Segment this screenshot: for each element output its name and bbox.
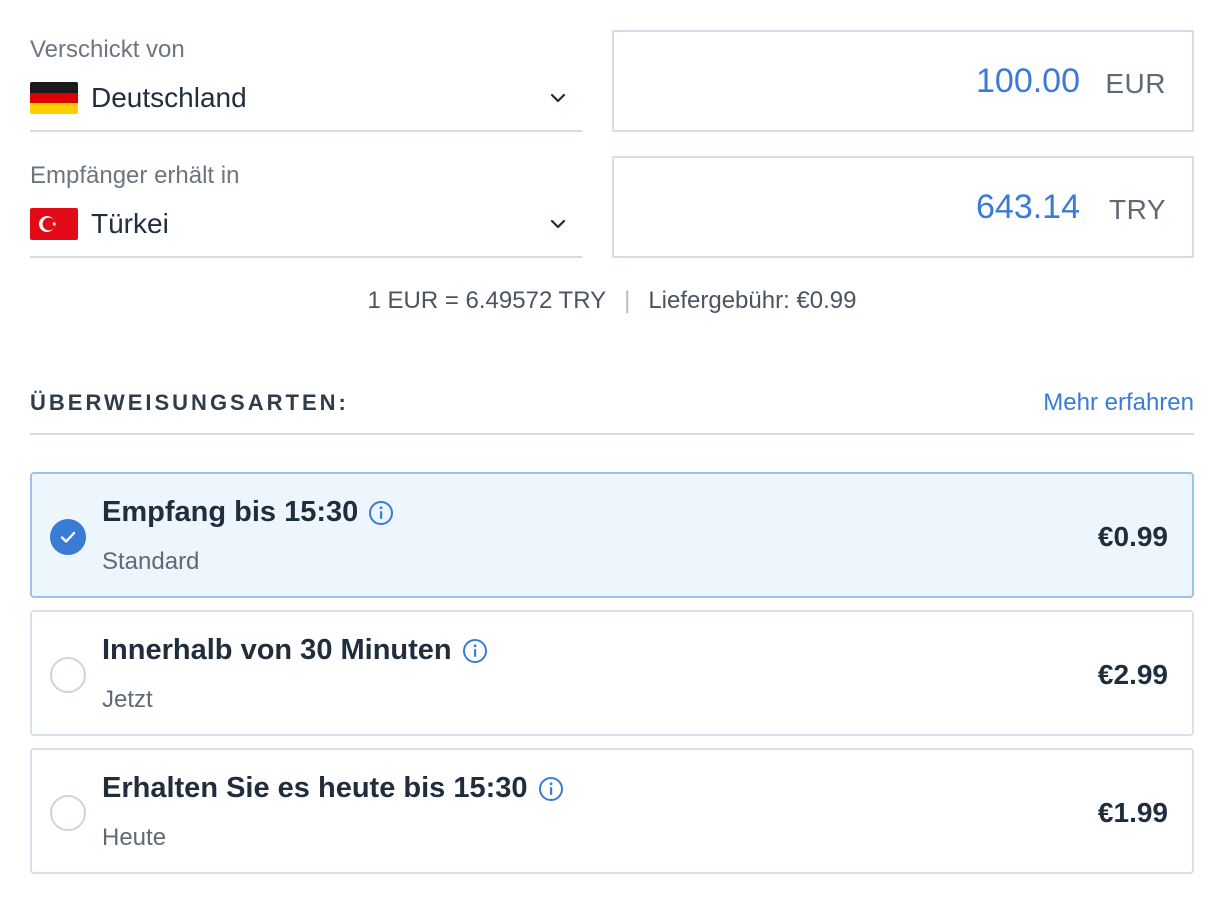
recipient-country-select[interactable]: Türkei bbox=[30, 204, 582, 244]
option-title: Erhalten Sie es heute bis 15:30 bbox=[102, 772, 528, 804]
turkey-flag-icon bbox=[30, 208, 78, 240]
transfer-option-today[interactable]: Erhalten Sie es heute bis 15:30 Heute €1… bbox=[30, 748, 1194, 874]
recipient-country-label: Empfänger erhält in bbox=[30, 162, 240, 189]
sender-country-select[interactable]: Deutschland bbox=[30, 78, 582, 118]
recipient-country-field: Empfänger erhält in Türkei bbox=[30, 156, 582, 258]
option-title: Innerhalb von 30 Minuten bbox=[102, 634, 452, 666]
info-icon[interactable] bbox=[368, 500, 394, 526]
sender-country-label: Verschickt von bbox=[30, 36, 185, 63]
transfer-option-standard[interactable]: Empfang bis 15:30 Standard €0.99 bbox=[30, 472, 1194, 598]
info-icon[interactable] bbox=[538, 776, 564, 802]
send-currency-code: EUR bbox=[1105, 68, 1166, 99]
receive-currency-code: TRY bbox=[1109, 194, 1166, 225]
learn-more-link[interactable]: Mehr erfahren bbox=[1043, 389, 1194, 417]
option-price: €1.99 bbox=[1097, 797, 1168, 828]
option-title-wrap: Empfang bis 15:30 bbox=[102, 496, 394, 529]
option-title-wrap: Innerhalb von 30 Minuten bbox=[102, 634, 488, 667]
option-price: €2.99 bbox=[1097, 659, 1168, 690]
info-icon[interactable] bbox=[462, 638, 488, 664]
transfer-types-title: ÜBERWEISUNGSARTEN: bbox=[30, 390, 349, 415]
option-subtitle: Heute bbox=[102, 824, 167, 851]
option-price: €0.99 bbox=[1097, 521, 1168, 552]
option-radio[interactable] bbox=[50, 795, 86, 831]
rate-separator: | bbox=[624, 287, 631, 314]
option-title: Empfang bis 15:30 bbox=[102, 496, 359, 528]
transfer-option-30-minutes[interactable]: Innerhalb von 30 Minuten Jetzt €2.99 bbox=[30, 610, 1194, 736]
delivery-fee: Liefergebühr: €0.99 bbox=[648, 287, 857, 314]
germany-flag-icon bbox=[30, 82, 78, 114]
sender-country-name: Deutschland bbox=[91, 82, 247, 113]
option-subtitle: Standard bbox=[102, 548, 200, 575]
chevron-down-icon bbox=[550, 216, 566, 232]
chevron-down-icon bbox=[550, 90, 566, 106]
receive-amount-input[interactable]: 643.14 bbox=[976, 188, 1080, 227]
option-radio-checked[interactable] bbox=[50, 519, 86, 555]
exchange-rate: 1 EUR = 6.49572 TRY bbox=[367, 287, 607, 314]
option-title-wrap: Erhalten Sie es heute bis 15:30 bbox=[102, 772, 564, 805]
option-subtitle: Jetzt bbox=[102, 686, 153, 713]
sender-country-field: Verschickt von Deutschland bbox=[30, 30, 582, 132]
receive-amount-field[interactable]: 643.14 TRY bbox=[612, 156, 1194, 258]
section-divider bbox=[30, 433, 1194, 435]
exchange-rate-line: 1 EUR = 6.49572 TRY | Liefergebühr: €0.99 bbox=[0, 287, 1224, 315]
send-amount-field[interactable]: 100.00 EUR bbox=[612, 30, 1194, 132]
send-amount-input[interactable]: 100.00 bbox=[976, 62, 1080, 101]
option-radio[interactable] bbox=[50, 657, 86, 693]
recipient-country-name: Türkei bbox=[91, 208, 169, 239]
